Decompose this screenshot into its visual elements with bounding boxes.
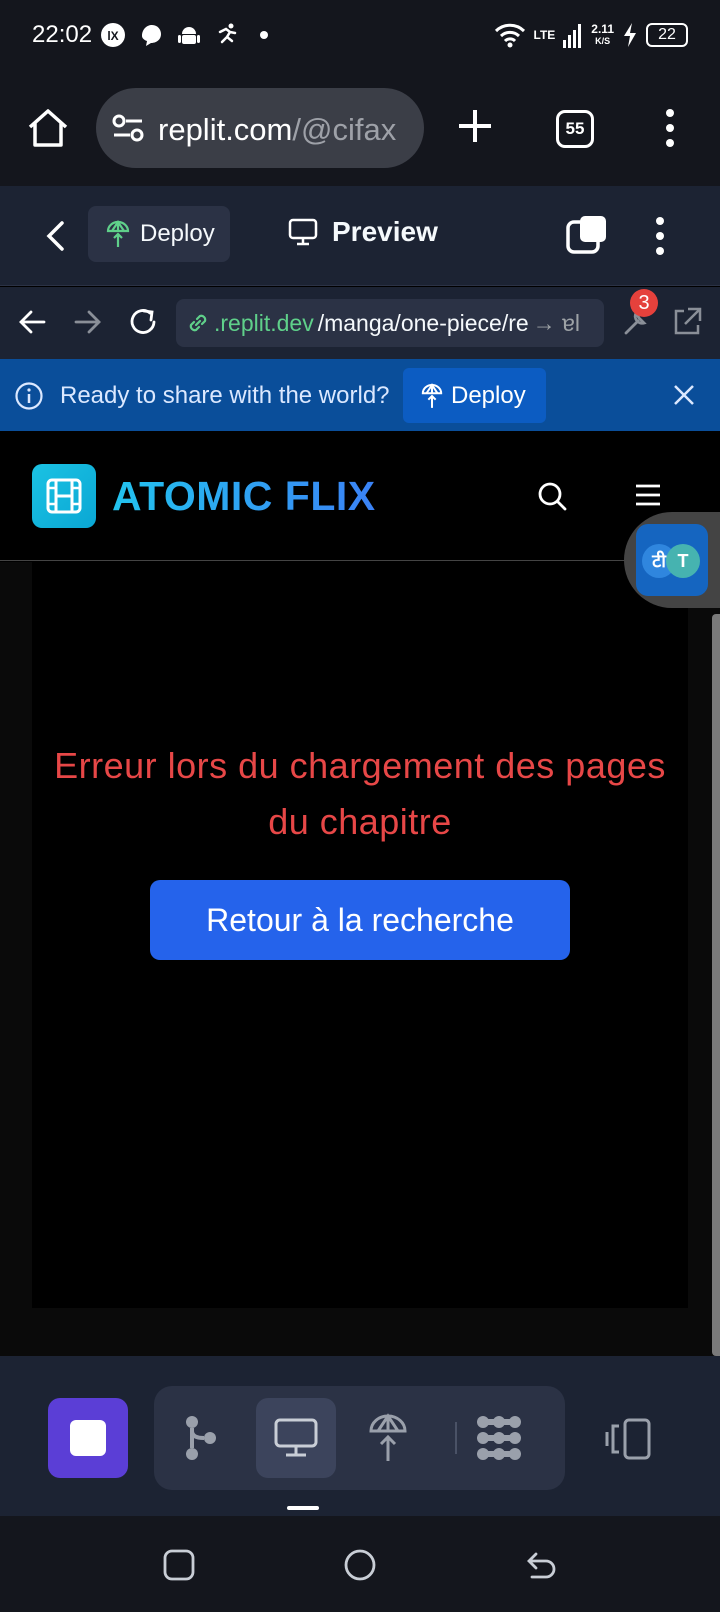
translate-bubble[interactable]: टी T	[624, 512, 720, 608]
git-tool[interactable]	[160, 1398, 240, 1478]
url-overflow: → ɐl	[532, 309, 580, 336]
notification-app-icon: lX	[101, 23, 125, 47]
site-header: ATOMIC FLIX	[0, 431, 720, 561]
banner-message: Ready to share with the world?	[60, 382, 390, 409]
forward-arrow-icon[interactable]	[70, 305, 104, 339]
brand-name[interactable]: ATOMIC FLIX	[112, 473, 376, 520]
android-icon	[178, 27, 200, 44]
preview-icon	[274, 1418, 318, 1457]
search-icon[interactable]	[537, 481, 567, 511]
signal-icon	[563, 24, 582, 48]
info-icon	[15, 382, 43, 410]
address-text: replit.com/@cifax	[158, 112, 408, 148]
banner-deploy-button[interactable]: Deploy	[403, 368, 546, 423]
stop-icon	[70, 1420, 106, 1456]
deploy-icon	[369, 1413, 407, 1461]
windows-icon[interactable]	[566, 214, 610, 256]
scrollbar[interactable]	[712, 614, 720, 1356]
home-icon[interactable]	[26, 106, 70, 150]
home-circle-icon[interactable]	[343, 1548, 377, 1582]
translate-icon: टी T	[636, 524, 708, 596]
translate-glyph-latin: T	[666, 544, 700, 578]
stop-button[interactable]	[48, 1398, 128, 1478]
link-icon	[189, 314, 207, 332]
back-to-search-button[interactable]: Retour à la recherche	[150, 880, 570, 960]
recents-icon[interactable]	[162, 1548, 196, 1582]
url-host: replit.com	[158, 112, 293, 147]
speed-value: 2.11	[591, 22, 614, 36]
svg-text:lX: lX	[107, 29, 118, 43]
speed-unit: K/S	[595, 36, 611, 46]
reload-icon[interactable]	[126, 305, 160, 339]
replit-header: Deploy Preview	[0, 186, 720, 286]
status-bar: 22:02 lX LTE 2.11 K/S 22	[0, 0, 720, 72]
battery-level: 22	[646, 23, 688, 47]
charging-icon	[624, 23, 636, 47]
back-chevron-icon[interactable]	[42, 220, 68, 252]
open-external-icon[interactable]	[670, 305, 704, 339]
sheet-handle[interactable]	[287, 1506, 319, 1510]
devtools-badge: 3	[630, 289, 658, 317]
tool-switcher	[154, 1386, 565, 1490]
workspace-tool[interactable]	[459, 1398, 539, 1478]
hamburger-menu-icon[interactable]	[634, 483, 662, 507]
preview-label: Preview	[332, 216, 438, 247]
chapter-reader: Erreur lors du chargement des pages du c…	[32, 562, 688, 1308]
back-arrow-icon[interactable]	[16, 305, 50, 339]
url-path: /manga/one-piece/re	[317, 309, 529, 336]
preview-tab[interactable]: Preview	[288, 216, 438, 248]
clock: 22:02	[32, 21, 93, 48]
tool-divider	[455, 1422, 457, 1454]
url-domain: .replit.dev	[214, 309, 314, 336]
deployments-tool[interactable]	[348, 1398, 428, 1478]
deploy-icon	[421, 382, 443, 408]
film-icon	[46, 478, 82, 514]
brand-logo[interactable]	[32, 464, 96, 528]
replit-tool-bar	[0, 1356, 720, 1516]
deploy-banner: Ready to share with the world? Deploy	[0, 359, 720, 431]
site-settings-icon[interactable]	[112, 114, 144, 142]
deploy-button[interactable]: Deploy	[88, 206, 230, 262]
system-status-icons: LTE 2.11 K/S 22	[494, 22, 688, 48]
address-bar[interactable]: replit.com/@cifax	[96, 88, 424, 168]
close-icon[interactable]	[672, 383, 696, 407]
network-speed: 2.11 K/S	[591, 23, 614, 47]
new-tab-icon[interactable]	[455, 106, 495, 146]
activity-icon	[218, 23, 237, 44]
more-notifications-dot	[260, 31, 268, 39]
deploy-label: Deploy	[140, 220, 215, 247]
messenger-icon	[142, 25, 161, 46]
devices-icon[interactable]	[605, 1418, 655, 1460]
webview-nav-bar: .replit.dev/manga/one-piece/re → ɐl 3	[0, 287, 720, 359]
banner-deploy-label: Deploy	[451, 381, 526, 409]
preview-tool[interactable]	[256, 1398, 336, 1478]
browser-menu-icon[interactable]	[658, 106, 682, 150]
wifi-icon	[494, 23, 525, 48]
network-type: LTE	[533, 28, 556, 42]
system-navigation-bar	[0, 1516, 720, 1612]
url-path: /@cifax	[292, 112, 397, 147]
system-back-icon[interactable]	[524, 1548, 558, 1582]
notification-icons: lX	[100, 22, 268, 48]
tab-switcher-button[interactable]: 55	[556, 110, 594, 148]
replit-menu-icon[interactable]	[648, 214, 672, 258]
monitor-icon	[288, 218, 318, 246]
webview-url-field[interactable]: .replit.dev/manga/one-piece/re → ɐl	[176, 299, 604, 347]
workspace-icon	[477, 1416, 521, 1460]
error-message: Erreur lors du chargement des pages du c…	[54, 745, 666, 842]
deploy-icon	[106, 220, 130, 247]
git-icon	[186, 1416, 216, 1460]
browser-toolbar: replit.com/@cifax 55	[0, 72, 720, 186]
